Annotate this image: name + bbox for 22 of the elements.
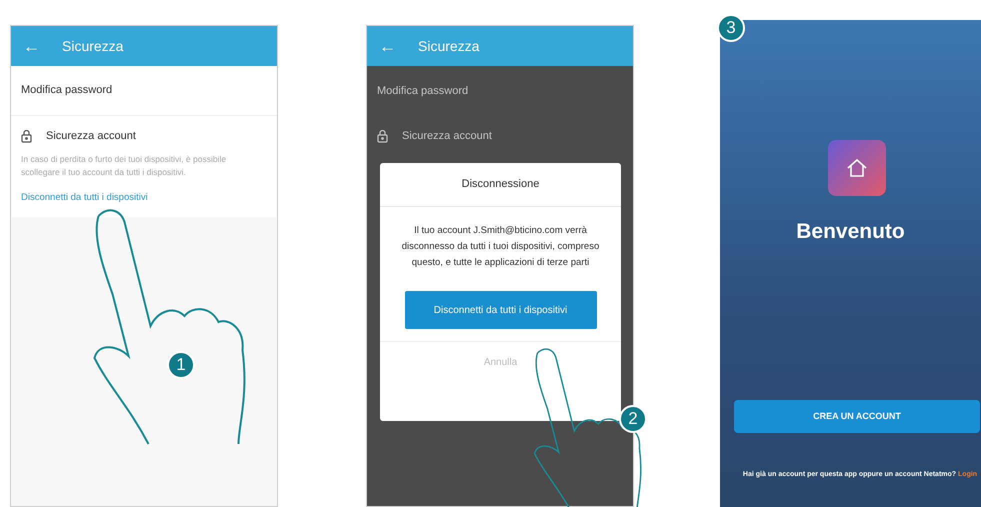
lock-icon [377,130,388,143]
header-title: Sicurezza [62,36,124,56]
settings-item[interactable]: Modifica password [11,66,277,116]
dialog-message: Il tuo account J.Smith@bticino.com verrà disconnesso da tutti i tuoi dispositivi, compreso questo, e tutte le applicazioni di terze parti [400,224,600,270]
dimmed-settings-item: Modifica password [376,84,470,99]
dimmed-section-title: Sicurezza account [402,129,492,144]
step-number-badge: 1 [167,351,195,379]
create-account-button[interactable]: CREA UN ACCOUNT [734,400,980,433]
back-button[interactable]: ← [379,38,396,54]
section-title: Sicurezza account [46,129,136,144]
section-description: In caso di perdita o furto dei tuoi dispositivi, è possibile scollegare il tuo account da tutti i dispositivi. [21,152,228,178]
welcome-title: Benvenuto [795,219,906,245]
back-button[interactable]: ← [23,38,40,54]
app-logo-icon [828,140,886,196]
disconnect-link[interactable]: Disconnetti da tutti i dispositivi [21,186,267,205]
dialog-title: Disconnessione [380,163,621,207]
step-number-badge: 3 [717,14,745,42]
disconnect-all-button[interactable]: Disconnetti da tutti i dispositivi [404,291,596,329]
cancel-button[interactable]: Annulla [380,341,621,383]
lock-icon [21,130,32,143]
header-title: Sicurezza [418,36,480,56]
step-number-badge: 2 [619,405,647,433]
